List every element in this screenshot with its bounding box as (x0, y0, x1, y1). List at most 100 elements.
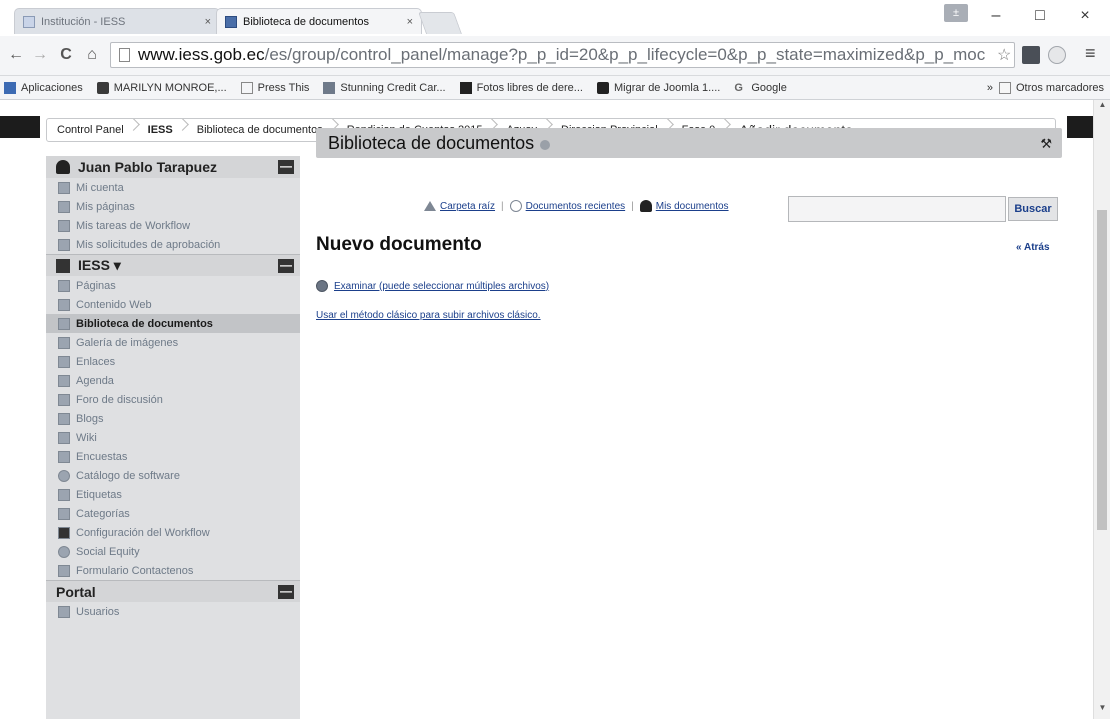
bookmark-marilyn[interactable]: MARILYN MONROE,... (96, 81, 227, 94)
root-folder-link[interactable]: Carpeta raíz (440, 201, 495, 212)
portal-section-header[interactable]: Portal — (46, 580, 300, 602)
extension-icon[interactable] (1022, 46, 1040, 64)
portal-name: Portal (56, 583, 96, 600)
breadcrumb-item[interactable]: Biblioteca de documentos (187, 124, 337, 136)
maximize-button[interactable]: □ (1025, 6, 1055, 26)
tab-close-icon[interactable]: × (407, 16, 413, 28)
sidebar-item-label: Etiquetas (76, 488, 122, 501)
tab-biblioteca[interactable]: Biblioteca de documentos × (216, 8, 422, 34)
browser-titlebar: Institución - IESS × Biblioteca de docum… (0, 0, 1110, 36)
user-icon (639, 200, 652, 212)
back-link[interactable]: « Atrás (1016, 242, 1050, 253)
search-input[interactable] (788, 196, 1006, 222)
bookmarks-overflow-button[interactable]: » (987, 82, 993, 94)
workflow-config-icon (58, 526, 70, 539)
bookmark-star-icon[interactable]: ☆ (997, 45, 1011, 65)
bookmark-label: Aplicaciones (21, 81, 83, 94)
new-tab-button[interactable] (417, 12, 463, 34)
sidebar-item-label: Mis páginas (76, 200, 135, 213)
bookmark-favicon-icon (323, 81, 336, 94)
sidebar-item-social-equity[interactable]: Social Equity (46, 542, 300, 561)
sidebar-item-contenido-web[interactable]: Contenido Web (46, 295, 300, 314)
bookmark-label: MARILYN MONROE,... (113, 81, 227, 94)
separator: | (501, 200, 504, 212)
sidebar-item-label: Páginas (76, 279, 116, 292)
back-icon[interactable]: ← (6, 45, 26, 65)
scroll-thumb[interactable] (1097, 210, 1107, 530)
bookmark-fotos[interactable]: Fotos libres de dere... (459, 81, 583, 94)
sidebar-item-enlaces[interactable]: Enlaces (46, 352, 300, 371)
control-panel-sidebar: Juan Pablo Tarapuez — Mi cuenta Mis pági… (46, 156, 300, 719)
sidebar-item-label: Social Equity (76, 545, 140, 558)
bookmark-label: Stunning Credit Car... (340, 81, 446, 94)
sidebar-item-label: Agenda (76, 374, 114, 387)
sidebar-item-label: Mi cuenta (76, 181, 124, 194)
sidebar-item-mis-solicitudes[interactable]: Mis solicitudes de aprobación (46, 235, 300, 254)
approval-icon (58, 238, 70, 251)
other-bookmarks[interactable]: Otros marcadores (998, 81, 1104, 94)
user-section-header[interactable]: Juan Pablo Tarapuez — (46, 156, 300, 178)
reload-icon[interactable]: C (56, 45, 76, 65)
minimize-button[interactable]: – (981, 6, 1011, 26)
browse-files-link[interactable]: Examinar (puede seleccionar múltiples ar… (334, 281, 549, 292)
user-name: Juan Pablo Tarapuez (78, 159, 217, 175)
site-name[interactable]: IESS ▾ (78, 257, 121, 274)
sidebar-item-paginas[interactable]: Páginas (46, 276, 300, 295)
sidebar-item-config-workflow[interactable]: Configuración del Workflow (46, 523, 300, 542)
sidebar-item-categorias[interactable]: Categorías (46, 504, 300, 523)
sidebar-item-usuarios[interactable]: Usuarios (46, 602, 300, 621)
bookmark-apps[interactable]: Aplicaciones (4, 81, 83, 94)
my-docs-link[interactable]: Mis documentos (656, 201, 729, 212)
social-equity-icon (58, 545, 70, 558)
profile-icon[interactable]: ± (944, 4, 968, 22)
address-bar[interactable]: www.iess.gob.ec/es/group/control_panel/m… (110, 42, 1015, 68)
tab-close-icon[interactable]: × (205, 16, 211, 28)
bookmark-press-this[interactable]: Press This (240, 81, 309, 94)
forward-icon[interactable]: → (30, 45, 50, 65)
site-section-header[interactable]: IESS ▾ — (46, 254, 300, 276)
collapse-icon[interactable]: — (278, 259, 294, 273)
browser-menu-icon[interactable]: ≡ (1085, 43, 1096, 64)
software-catalog-icon (58, 469, 70, 482)
sidebar-item-mis-tareas[interactable]: Mis tareas de Workflow (46, 216, 300, 235)
scroll-down-icon[interactable]: ▼ (1094, 703, 1110, 717)
sidebar-item-formulario[interactable]: Formulario Contactenos (46, 561, 300, 580)
collapse-icon[interactable]: — (278, 160, 294, 174)
user-icon (56, 160, 70, 174)
tab-institucion[interactable]: Institución - IESS × (14, 8, 220, 34)
document-library-icon (58, 317, 70, 330)
sidebar-item-blogs[interactable]: Blogs (46, 409, 300, 428)
bookmark-google[interactable]: G Google (734, 82, 786, 94)
portlet-title: Biblioteca de documentos (328, 132, 535, 153)
tab-title: Institución - IESS (41, 15, 126, 28)
bookmark-stunning[interactable]: Stunning Credit Car... (323, 81, 446, 94)
recent-docs-link[interactable]: Documentos recientes (526, 201, 626, 212)
sidebar-item-catalogo[interactable]: Catálogo de software (46, 466, 300, 485)
sidebar-item-etiquetas[interactable]: Etiquetas (46, 485, 300, 504)
bookmark-joomla[interactable]: Migrar de Joomla 1.... (596, 81, 720, 94)
sidebar-item-label: Configuración del Workflow (76, 526, 210, 539)
sidebar-item-foro[interactable]: Foro de discusión (46, 390, 300, 409)
classic-upload-link[interactable]: Usar el método clásico para subir archiv… (316, 310, 541, 321)
scrollbar[interactable]: ▲ ▼ (1093, 100, 1110, 719)
sidebar-item-wiki[interactable]: Wiki (46, 428, 300, 447)
sidebar-item-mi-cuenta[interactable]: Mi cuenta (46, 178, 300, 197)
breadcrumb-item[interactable]: IESS (138, 124, 187, 136)
sidebar-item-mis-paginas[interactable]: Mis páginas (46, 197, 300, 216)
workflow-icon (58, 219, 70, 232)
scroll-up-icon[interactable]: ▲ (1094, 100, 1110, 114)
extension-ghost-icon[interactable] (1048, 46, 1066, 64)
portlet-options-icon[interactable] (540, 140, 551, 150)
search-button[interactable]: Buscar (1008, 197, 1058, 221)
sidebar-item-biblioteca[interactable]: Biblioteca de documentos (46, 314, 300, 333)
home-icon[interactable]: ⌂ (82, 45, 102, 65)
close-window-button[interactable]: × (1070, 6, 1100, 26)
collapse-icon[interactable]: — (278, 585, 294, 599)
polls-icon (58, 450, 70, 463)
page-icon (240, 81, 253, 94)
sidebar-item-agenda[interactable]: Agenda (46, 371, 300, 390)
sidebar-item-galeria[interactable]: Galería de imágenes (46, 333, 300, 352)
sidebar-item-encuestas[interactable]: Encuestas (46, 447, 300, 466)
wrench-icon[interactable]: ⚒ (1040, 136, 1052, 152)
breadcrumb-item[interactable]: Control Panel (57, 124, 138, 136)
